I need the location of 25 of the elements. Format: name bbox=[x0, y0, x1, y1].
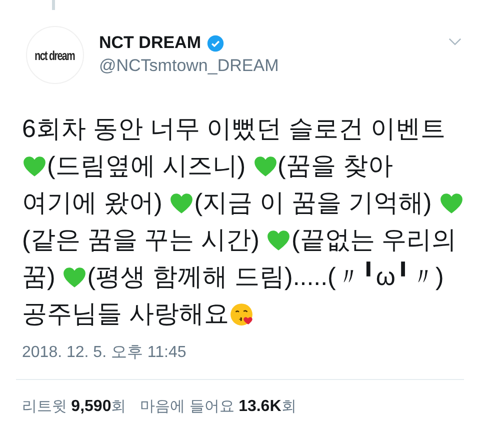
account-name[interactable]: NCT DREAM bbox=[99, 33, 201, 53]
timestamp[interactable]: 2018. 12. 5. 오후 11:45 bbox=[22, 342, 480, 363]
tweet-text: 여기에 왔어) bbox=[22, 188, 164, 219]
tweet-text: 꿈) bbox=[22, 262, 56, 293]
chevron-down-icon[interactable] bbox=[448, 38, 462, 46]
heart-icon bbox=[169, 191, 194, 216]
stat-label[interactable]: 리트윗 9,590회 bbox=[22, 397, 126, 416]
tweet-text: (지금 이 꿈을 기억해) bbox=[194, 188, 433, 219]
logo-text: nct dream bbox=[35, 48, 75, 62]
tweet-text: (꿈을 찾아 bbox=[278, 151, 393, 182]
tweet-text: (같은 꿈을 꾸는 시간) bbox=[22, 225, 260, 256]
tweet-text: (드림옆에 시즈니) bbox=[47, 151, 247, 182]
account-handle[interactable]: @NCTsmtown_DREAM bbox=[99, 56, 433, 76]
tweet-text: (끝없는 우리의 bbox=[291, 225, 457, 256]
tweet-text: 6회차 동안 너무 이뻤던 슬로건 이벤트 bbox=[22, 114, 446, 145]
heart-icon bbox=[438, 191, 464, 216]
stat-label[interactable]: 마음에 들어요 13.6K회 bbox=[140, 397, 296, 416]
avatar[interactable]: nct dream bbox=[26, 26, 84, 84]
kissing-face-icon bbox=[228, 302, 254, 327]
heart-icon bbox=[22, 154, 47, 179]
tweet-text: (평생 함께해 드림).....(〃╹ω╹〃) bbox=[87, 260, 444, 293]
heart-icon bbox=[266, 228, 292, 253]
tweet-text: 공주님들 사랑해요 bbox=[22, 299, 229, 330]
heart-icon bbox=[62, 265, 88, 290]
heart-icon bbox=[252, 154, 278, 179]
